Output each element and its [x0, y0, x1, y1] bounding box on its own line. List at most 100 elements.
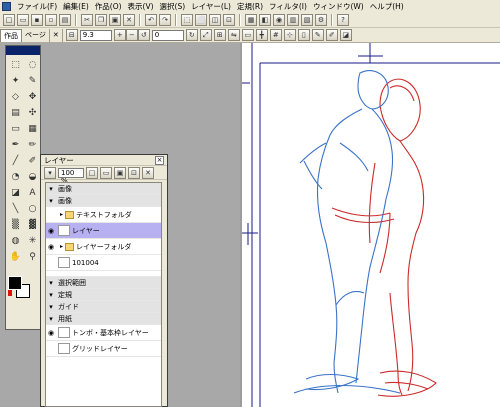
invert-selection-icon[interactable]: ◫ [209, 13, 221, 26]
rect-select-icon[interactable]: ⬚ [9, 59, 22, 72]
tool-palette-titlebar[interactable] [6, 46, 40, 55]
rotate-field[interactable]: 0 [151, 29, 184, 41]
eraser-icon[interactable]: ◪ [339, 29, 352, 41]
save-as-icon[interactable]: ▫ [45, 13, 57, 26]
copy-icon[interactable]: ❐ [95, 13, 107, 26]
expand-icon[interactable]: ▸ [60, 243, 63, 250]
visibility-icon[interactable] [46, 210, 56, 220]
fill-icon[interactable]: ◒ [26, 171, 39, 184]
rotate-right-icon[interactable]: ↻ [185, 29, 198, 41]
pen-settings-icon[interactable]: ✎ [311, 29, 324, 41]
menu-filter[interactable]: フィルタ(I) [266, 1, 310, 12]
effect-icon[interactable]: ✳ [26, 235, 39, 248]
zoom-out-icon[interactable]: − [125, 29, 138, 41]
menu-edit[interactable]: 編集(E) [60, 1, 92, 12]
opacity-field[interactable]: 100 % [58, 167, 84, 185]
layer-row[interactable]: ▸ テキストフォルダ [46, 207, 161, 223]
visibility-icon[interactable]: ◉ [46, 242, 56, 252]
layer-row[interactable]: ▾ 選択範囲 [46, 277, 161, 289]
layer-property-icon[interactable]: ▣ [114, 166, 126, 179]
magic-wand-icon[interactable]: ✦ [9, 75, 22, 88]
object-select-icon[interactable]: ◇ [9, 91, 22, 104]
save-icon[interactable]: ▪ [31, 13, 43, 26]
text-icon[interactable]: A [26, 187, 39, 200]
new-icon[interactable]: □ [3, 13, 15, 26]
layer-icon[interactable]: ▧ [301, 13, 313, 26]
layer-row[interactable]: ▾ 定規 [46, 289, 161, 301]
ruler-icon[interactable]: ▭ [241, 29, 254, 41]
grid-toggle-icon[interactable]: # [269, 29, 282, 41]
tab-page[interactable]: ページ [22, 28, 50, 42]
foreground-color-swatch[interactable] [8, 276, 22, 290]
undo-icon[interactable]: ↶ [145, 13, 157, 26]
canvas[interactable] [240, 43, 500, 407]
menu-window[interactable]: ウィンドウ(W) [310, 1, 367, 12]
settings-icon[interactable]: ⚙ [315, 13, 327, 26]
menu-ruler[interactable]: 定規(R) [234, 1, 266, 12]
help-icon[interactable]: ? [337, 13, 349, 26]
select-all-icon[interactable]: ⬚ [181, 13, 193, 26]
paste-icon[interactable]: ▣ [109, 13, 121, 26]
collapse-icon[interactable]: ▾ [46, 278, 56, 288]
collapse-icon[interactable]: ▾ [46, 196, 56, 206]
layer-row[interactable]: 101004 [46, 255, 161, 271]
zoom-tool-icon[interactable]: ⚲ [26, 251, 39, 264]
layer-panel-titlebar[interactable]: レイヤー × [41, 155, 167, 166]
collapse-icon[interactable]: ▾ [46, 314, 56, 324]
rotate-left-icon[interactable]: ↺ [137, 29, 150, 41]
eraser-tool-icon[interactable]: ◪ [9, 187, 22, 200]
flip-icon[interactable]: ⇋ [227, 29, 240, 41]
lock-icon[interactable]: ⊡ [128, 166, 140, 179]
layer-row[interactable]: ▾ ガイド [46, 301, 161, 313]
layer-row[interactable]: ◉ トンボ・基本枠レイヤー [46, 325, 161, 341]
delete-icon[interactable]: ✕ [123, 13, 135, 26]
expand-icon[interactable]: ▸ [60, 211, 63, 218]
collapse-icon[interactable]: ▾ [46, 290, 56, 300]
zoom-icon[interactable]: ⊟ [65, 29, 78, 41]
ruler-tool-icon[interactable]: ▭ [9, 123, 22, 136]
tab-work[interactable]: 作品 [0, 28, 22, 42]
magnifier-icon[interactable]: ◉ [273, 13, 285, 26]
hand-move-icon[interactable]: ✣ [26, 107, 39, 120]
transform-icon[interactable]: ⊡ [223, 13, 235, 26]
grid-icon[interactable]: ▥ [287, 13, 299, 26]
visibility-icon[interactable]: ◉ [46, 328, 56, 338]
palette-icon[interactable]: ◧ [259, 13, 271, 26]
balloon-icon[interactable]: ◍ [9, 235, 22, 248]
pen-icon[interactable]: ✒ [9, 139, 22, 152]
snap-icon[interactable]: ⊹ [283, 29, 296, 41]
visibility-icon[interactable] [46, 344, 56, 354]
menu-layer[interactable]: レイヤー(L) [188, 1, 234, 12]
new-layer-icon[interactable]: □ [86, 166, 98, 179]
ellipse-icon[interactable]: ○ [26, 203, 39, 216]
move-icon[interactable]: ✥ [26, 91, 39, 104]
tab-close-icon[interactable]: ✕ [50, 28, 63, 42]
layer-move-icon[interactable]: ▤ [9, 107, 22, 120]
print-icon[interactable]: ▤ [59, 13, 71, 26]
brush-tool-icon[interactable]: ✐ [26, 155, 39, 168]
menu-help[interactable]: ヘルプ(H) [367, 1, 407, 12]
redo-icon[interactable]: ↷ [159, 13, 171, 26]
page-icon[interactable]: ▯ [297, 29, 310, 41]
pencil-icon[interactable]: ✏ [26, 139, 39, 152]
fit-window-icon[interactable]: ⤢ [199, 29, 212, 41]
delete-layer-icon[interactable]: ✕ [142, 166, 154, 179]
layer-row[interactable]: ▾ 用紙 [46, 313, 161, 325]
menu-work[interactable]: 作品(O) [92, 1, 125, 12]
image-icon[interactable]: ▦ [245, 13, 257, 26]
brush-icon[interactable]: ✐ [325, 29, 338, 41]
menu-select[interactable]: 選択(S) [157, 1, 189, 12]
layer-row[interactable]: グリッドレイヤー [46, 341, 161, 357]
cut-icon[interactable]: ✂ [81, 13, 93, 26]
menu-file[interactable]: ファイル(F) [14, 1, 60, 12]
guide-icon[interactable]: ╋ [255, 29, 268, 41]
hand-icon[interactable]: ✋ [9, 251, 22, 264]
layer-row[interactable]: ▾ 画像 [46, 183, 161, 195]
tone-icon[interactable]: ▒ [9, 219, 22, 232]
menu-view[interactable]: 表示(V) [125, 1, 157, 12]
zoom-in-icon[interactable]: + [113, 29, 126, 41]
airbrush-icon[interactable]: ◔ [9, 171, 22, 184]
select-pen-icon[interactable]: ✎ [26, 75, 39, 88]
zoom-field[interactable]: 9.3 [79, 29, 112, 41]
collapse-icon[interactable]: ▾ [46, 184, 56, 194]
